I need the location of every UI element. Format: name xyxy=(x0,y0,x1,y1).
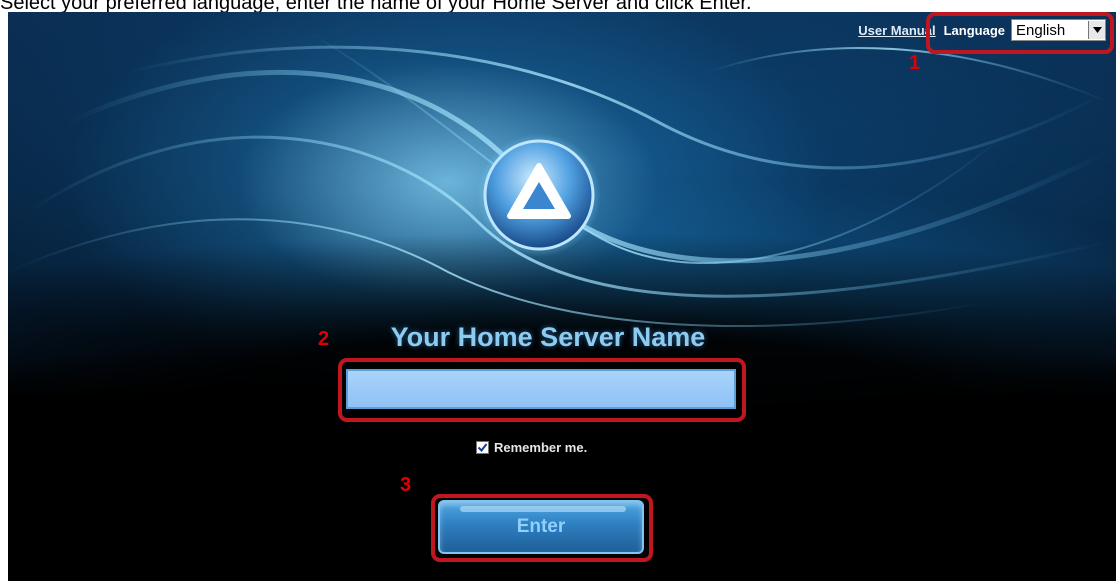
user-manual-link[interactable]: User Manual xyxy=(858,23,935,38)
enter-button[interactable]: Enter xyxy=(438,500,644,554)
check-icon xyxy=(477,443,488,453)
remember-me[interactable]: Remember me. xyxy=(476,440,587,455)
callout-number-1: 1 xyxy=(909,52,921,74)
server-name-input[interactable] xyxy=(346,369,736,409)
background-swirls xyxy=(8,31,1110,327)
language-select-value: English xyxy=(1016,21,1066,39)
callout-number-2: 2 xyxy=(318,328,330,350)
remember-me-checkbox[interactable] xyxy=(476,441,489,454)
top-toolbar: User Manual Language English xyxy=(858,16,1106,44)
remember-me-label: Remember me. xyxy=(494,440,588,455)
server-name-title: Your Home Server Name xyxy=(390,322,706,352)
callout-number-3: 3 xyxy=(400,474,412,496)
server-logo-icon xyxy=(476,132,602,263)
button-sheen xyxy=(460,506,626,512)
language-label: Language xyxy=(943,22,1005,38)
language-select[interactable]: English xyxy=(1011,19,1106,41)
enter-button-label: Enter xyxy=(516,516,566,537)
chevron-down-icon[interactable] xyxy=(1088,21,1105,39)
login-panel: User Manual Language English Your Home S… xyxy=(8,12,1116,581)
